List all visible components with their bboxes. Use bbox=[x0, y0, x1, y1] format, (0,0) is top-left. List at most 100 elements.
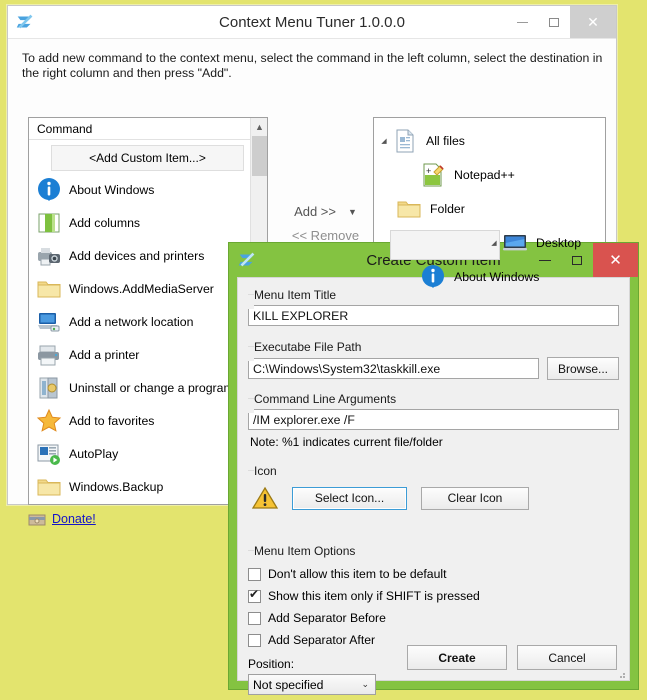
file-icon bbox=[392, 128, 418, 154]
maximize-icon[interactable] bbox=[538, 6, 570, 38]
selection-highlight bbox=[390, 230, 500, 260]
menu-item-options-label: Menu Item Options bbox=[248, 544, 619, 558]
command-list-items: <Add Custom Item...> About Windows Add c… bbox=[29, 141, 250, 504]
command-column-label: Command bbox=[37, 122, 92, 136]
command-line-arguments-group: Command Line Arguments /IM explorer.exe … bbox=[248, 392, 619, 449]
list-item-label: Add devices and printers bbox=[69, 249, 204, 263]
executable-path-group: Executabe File Path C:\Windows\System32\… bbox=[248, 340, 619, 380]
checkbox-icon[interactable] bbox=[248, 612, 261, 625]
list-item[interactable]: Add devices and printers bbox=[29, 239, 250, 272]
star-icon bbox=[36, 408, 62, 434]
list-item-label: Windows.AddMediaServer bbox=[69, 282, 214, 296]
remove-button[interactable]: << Remove bbox=[278, 228, 373, 243]
clear-icon-button[interactable]: Clear Icon bbox=[421, 487, 529, 510]
desktop-icon bbox=[502, 230, 528, 256]
chevron-down-icon[interactable]: ▼ bbox=[348, 207, 357, 217]
network-computer-icon bbox=[36, 309, 62, 335]
scrollbar-thumb[interactable] bbox=[252, 136, 267, 176]
donate-row[interactable]: Donate! bbox=[28, 511, 96, 527]
cancel-button[interactable]: Cancel bbox=[517, 645, 617, 670]
list-item-label: Add a network location bbox=[69, 315, 193, 329]
tree-item-notepad-plus-plus[interactable]: + Notepad++ bbox=[374, 158, 605, 192]
tree-item-label: Desktop bbox=[536, 236, 581, 250]
position-dropdown[interactable]: Not specified ⌄ bbox=[248, 674, 376, 695]
scroll-up-icon[interactable]: ▲ bbox=[251, 118, 268, 135]
tree-item-label: Folder bbox=[430, 202, 465, 216]
checkbox-icon[interactable] bbox=[248, 568, 261, 581]
arguments-note: Note: %1 indicates current file/folder bbox=[248, 435, 619, 449]
warning-triangle-icon bbox=[252, 486, 278, 510]
close-icon[interactable]: ✕ bbox=[570, 6, 616, 38]
list-item[interactable]: Add a printer bbox=[29, 338, 250, 371]
tree-item-folder[interactable]: Folder bbox=[374, 192, 605, 226]
minimize-icon[interactable] bbox=[506, 6, 538, 38]
donate-link[interactable]: Donate! bbox=[52, 512, 96, 526]
app-logo-icon bbox=[14, 11, 36, 33]
command-line-arguments-input[interactable]: /IM explorer.exe /F bbox=[248, 409, 619, 430]
info-icon bbox=[36, 177, 62, 203]
list-item[interactable]: Add a network location bbox=[29, 305, 250, 338]
list-item-label: AutoPlay bbox=[69, 447, 118, 461]
instructions-text: To add new command to the context menu, … bbox=[22, 51, 607, 81]
list-item-label: Add columns bbox=[69, 216, 140, 230]
info-icon bbox=[420, 264, 446, 290]
checkbox-label: Don't allow this item to be default bbox=[268, 567, 446, 581]
executable-path-label: Executabe File Path bbox=[248, 340, 619, 354]
checkbox-add-separator-before[interactable]: Add Separator Before bbox=[248, 607, 619, 629]
tree-item-label: All files bbox=[426, 134, 465, 148]
expand-arrow-icon[interactable]: ◢ bbox=[486, 239, 502, 247]
checkbox-label: Add Separator After bbox=[268, 633, 375, 647]
add-button[interactable]: Add >> bbox=[294, 204, 336, 219]
folder-icon bbox=[36, 276, 62, 302]
create-custom-item-dialog: Create Custom Item ✕ Menu Item Title KIL… bbox=[228, 242, 639, 690]
folder-icon bbox=[36, 474, 62, 500]
list-item[interactable]: Add columns bbox=[29, 206, 250, 239]
select-icon-button[interactable]: Select Icon... bbox=[292, 487, 407, 510]
tree-item-all-files[interactable]: ◢ All files bbox=[374, 124, 605, 158]
list-item[interactable]: AutoPlay bbox=[29, 437, 250, 470]
programs-box-icon bbox=[36, 375, 62, 401]
svg-text:+: + bbox=[426, 166, 431, 176]
app-logo-icon bbox=[236, 249, 258, 271]
tree-item-label: Notepad++ bbox=[454, 168, 515, 182]
menu-item-title-input[interactable]: KILL EXPLORER bbox=[248, 305, 619, 326]
icon-group: Icon Select Icon... Clear Icon bbox=[248, 464, 619, 510]
create-button[interactable]: Create bbox=[407, 645, 507, 670]
printer-camera-icon bbox=[36, 243, 62, 269]
transfer-buttons: Add >> ▼ << Remove bbox=[278, 204, 373, 243]
list-item-label: Uninstall or change a program bbox=[69, 381, 234, 395]
dialog-footer: Create Cancel bbox=[407, 645, 617, 670]
main-window-controls: ✕ bbox=[506, 6, 616, 38]
close-icon[interactable]: ✕ bbox=[593, 243, 638, 277]
icon-section-label: Icon bbox=[248, 464, 619, 478]
list-item[interactable]: Uninstall or change a program bbox=[29, 371, 250, 404]
checkbox-label: Add Separator Before bbox=[268, 611, 386, 625]
list-item-label: Add to favorites bbox=[69, 414, 154, 428]
checkbox-icon[interactable] bbox=[248, 634, 261, 647]
checkbox-icon[interactable] bbox=[248, 590, 261, 603]
list-item-label: About Windows bbox=[69, 183, 154, 197]
menu-item-title-label: Menu Item Title bbox=[248, 288, 619, 302]
expand-arrow-icon[interactable]: ◢ bbox=[376, 137, 392, 145]
main-window-titlebar[interactable]: Context Menu Tuner 1.0.0.0 ✕ bbox=[8, 6, 616, 38]
dialog-body: Menu Item Title KILL EXPLORER Executabe … bbox=[237, 277, 630, 681]
list-item[interactable]: Windows.Backup bbox=[29, 470, 250, 503]
resize-grip[interactable] bbox=[616, 668, 626, 678]
list-item[interactable]: Windows.AddMediaServer bbox=[29, 272, 250, 305]
menu-item-title-group: Menu Item Title KILL EXPLORER bbox=[248, 288, 619, 326]
menu-item-options-group: Menu Item Options Don't allow this item … bbox=[248, 544, 619, 695]
executable-path-input[interactable]: C:\Windows\System32\taskkill.exe bbox=[248, 358, 539, 379]
notepad-plus-icon: + bbox=[420, 162, 446, 188]
checkbox-show-only-shift[interactable]: Show this item only if SHIFT is pressed bbox=[248, 585, 619, 607]
command-list-header: Command bbox=[29, 118, 267, 140]
list-item[interactable]: Add to favorites bbox=[29, 404, 250, 437]
checkbox-dont-allow-default[interactable]: Don't allow this item to be default bbox=[248, 563, 619, 585]
chevron-down-icon: ⌄ bbox=[361, 679, 369, 690]
browse-button[interactable]: Browse... bbox=[547, 357, 619, 380]
add-custom-item-entry[interactable]: <Add Custom Item...> bbox=[51, 145, 244, 171]
printer-icon bbox=[36, 342, 62, 368]
list-item[interactable]: About Windows bbox=[29, 173, 250, 206]
position-selected-value: Not specified bbox=[253, 678, 323, 692]
list-item[interactable]: BitLocker bbox=[29, 503, 250, 504]
list-item-label: Add a printer bbox=[69, 348, 139, 362]
